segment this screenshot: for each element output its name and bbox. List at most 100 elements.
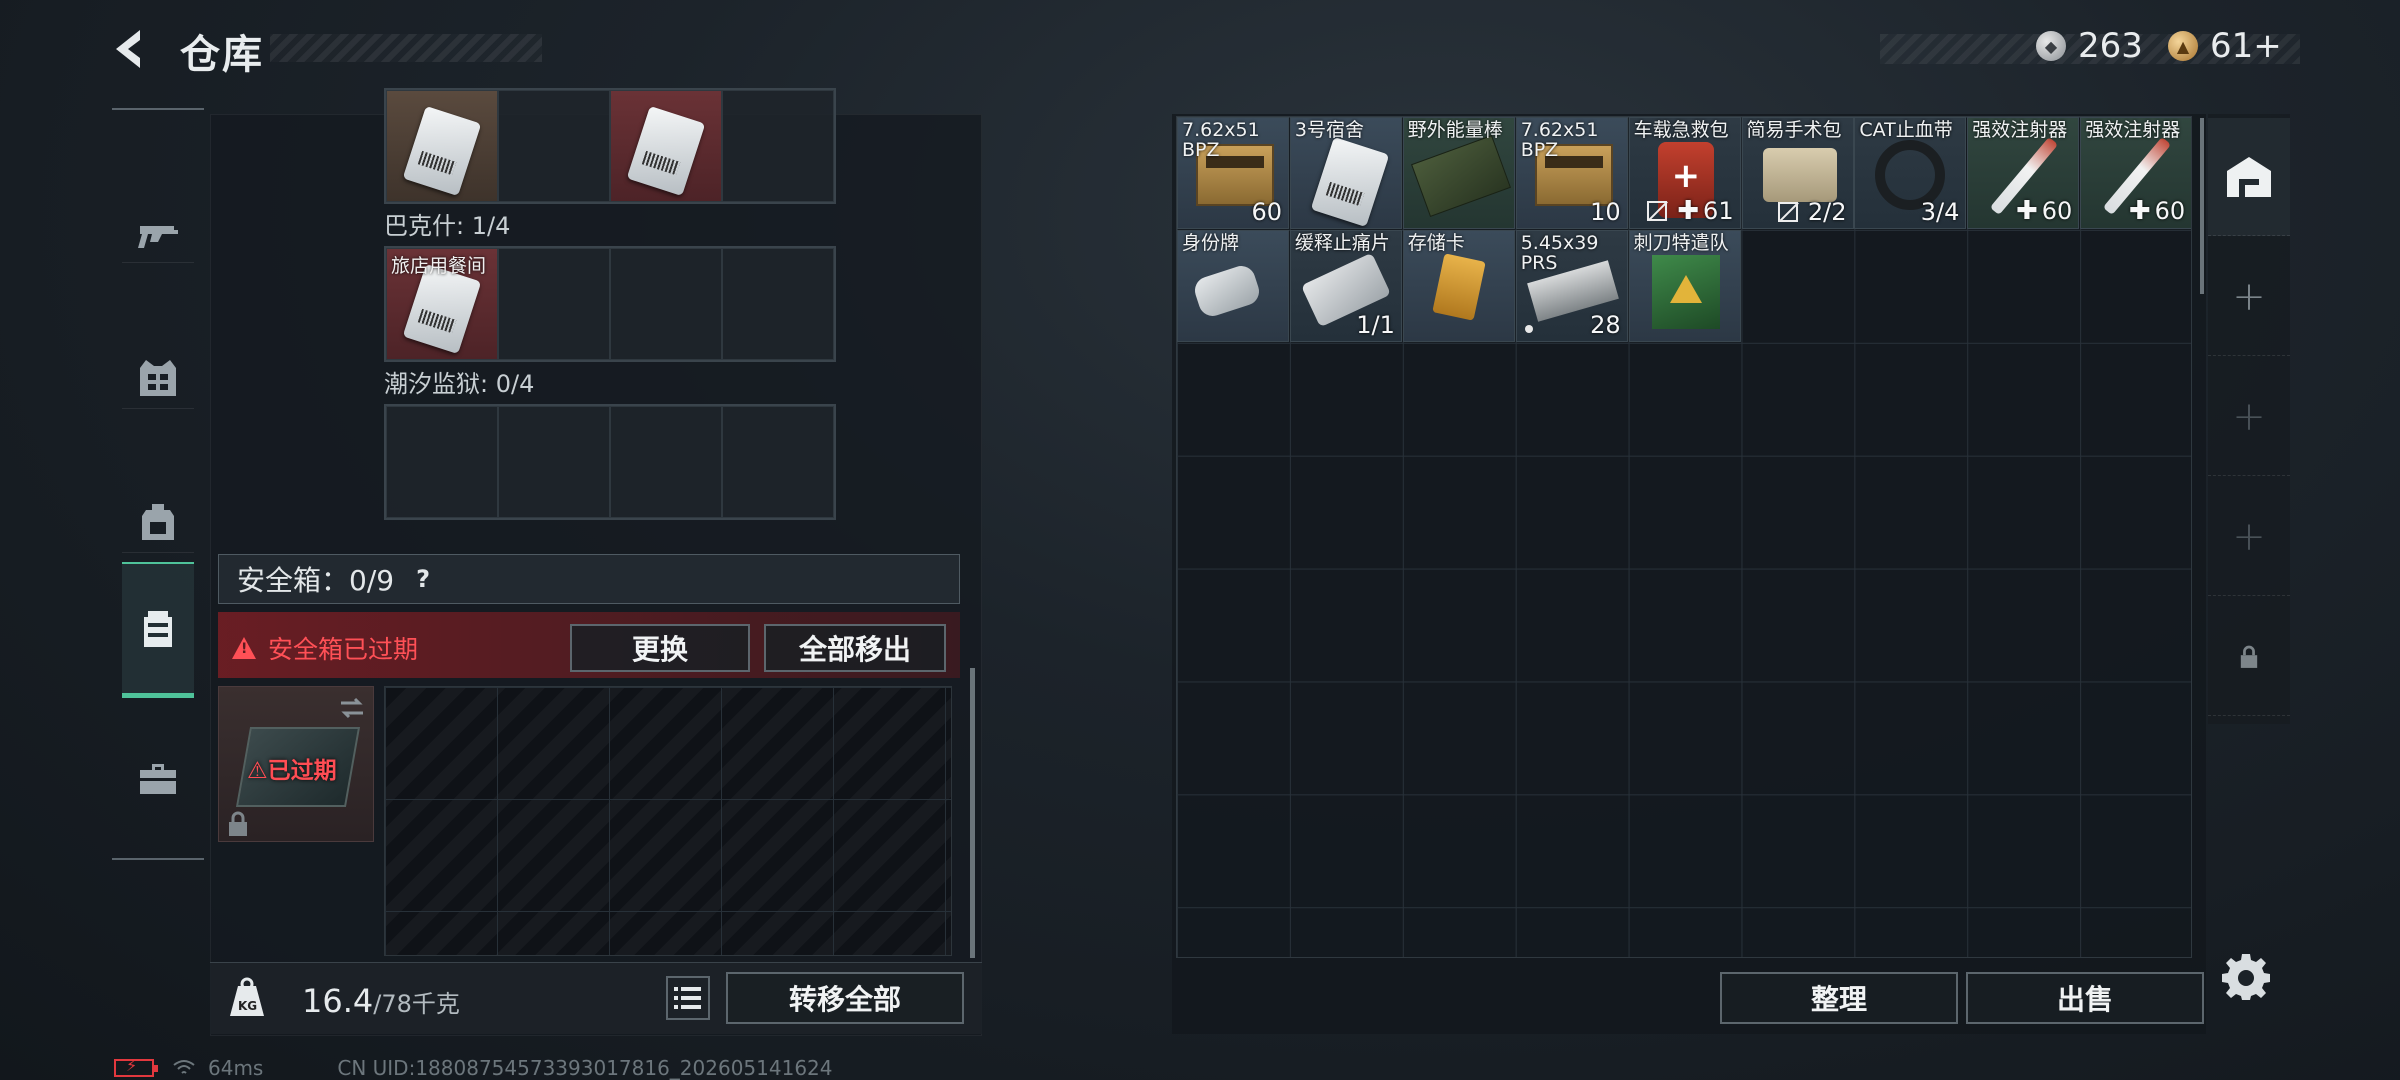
item-name: 7.62x51 BPZ [1182, 119, 1260, 161]
quantity-value: 60 [2041, 197, 2073, 225]
sort-button[interactable]: 整理 [1720, 972, 1958, 1024]
item-quantity: 2/2 [1777, 198, 1847, 226]
item-quantity: 60 [1251, 198, 1282, 226]
no-container-icon [1777, 202, 1798, 222]
stash-item[interactable]: 强效注射器 ✚ 60 [1967, 117, 2080, 229]
durability-plus-icon: ✚ [2128, 196, 2151, 226]
stash-tab-add-3[interactable]: + [2208, 478, 2290, 596]
quantity-value: 1/1 [1356, 310, 1395, 339]
backpack-icon [142, 504, 174, 540]
bar-pack-icon [1410, 134, 1511, 218]
sell-button[interactable]: 出售 [1966, 972, 2204, 1024]
item-name: 存储卡 [1407, 231, 1465, 254]
book-icon [1651, 254, 1720, 329]
silver-currency: ◆ 263 [2036, 26, 2143, 66]
slot[interactable] [722, 248, 834, 360]
stash-tab-add-1[interactable]: + [2208, 238, 2290, 356]
slot[interactable]: 旅店用餐间 [386, 248, 498, 360]
safe-box-item[interactable]: ⚠已过期 [218, 686, 374, 842]
group-label-bakesh: 巴克什: 1/4 [384, 212, 511, 240]
gold-coin-icon: ▲ [2168, 31, 2198, 61]
add-icon: + [2232, 393, 2266, 440]
slot[interactable] [498, 406, 610, 518]
keycard-icon [402, 105, 482, 197]
nav-toolbox[interactable] [122, 710, 194, 846]
settings-button[interactable] [2222, 952, 2270, 1000]
quantity-value: 61 [1703, 197, 1734, 225]
slot[interactable] [610, 406, 722, 518]
toolbox-icon [140, 764, 176, 794]
empty-slots [384, 404, 836, 520]
slot[interactable] [386, 406, 498, 518]
item-name: 3号宿舍 [1294, 119, 1364, 141]
stash-item[interactable]: 强效注射器 ✚ 60 [2080, 117, 2191, 229]
help-button[interactable]: ? [408, 564, 438, 594]
item-name: 简易手术包 [1746, 119, 1842, 141]
nav-armor[interactable] [122, 310, 194, 446]
gun-icon [138, 226, 178, 248]
battery-icon: ⚡ [114, 1056, 158, 1077]
quantity-value: 3/4 [1920, 198, 1960, 226]
stash-item[interactable]: 存储卡 [1402, 229, 1515, 342]
nav-container[interactable] [122, 562, 194, 698]
slot[interactable] [498, 90, 610, 202]
item-quantity: 3/4 [1921, 198, 1960, 226]
nav-weapons[interactable] [122, 166, 194, 302]
stash-scrollbar[interactable] [2200, 118, 2204, 294]
left-scrollbar[interactable] [970, 668, 975, 958]
stash-item[interactable]: 缓释止痛片 1/1 [1289, 229, 1402, 342]
slot[interactable] [386, 90, 498, 202]
stash-tab-main[interactable] [2208, 118, 2290, 236]
safe-box-status: ⚠已过期 [247, 758, 337, 784]
stash-grid: 7.62x51 BPZ 60 3号宿舍 野外能量棒7.62x51 BPZ10车载急救包… [1176, 116, 2192, 958]
gold-currency[interactable]: ▲ 61+ [2168, 26, 2282, 66]
expired-warning: ! 安全箱已过期 [232, 630, 418, 666]
lock-icon [2240, 645, 2258, 668]
quantity-value: 60 [1251, 198, 1282, 226]
slot[interactable] [722, 90, 834, 202]
remove-all-button[interactable]: 全部移出 [764, 624, 946, 672]
item-quantity: ✚ 60 [2016, 196, 2072, 226]
stash-item[interactable]: 简易手术包 2/2 [1741, 117, 1854, 229]
transfer-all-button[interactable]: 转移全部 [726, 972, 964, 1024]
item-quantity: ✚ 61 [1647, 196, 1734, 226]
quantity-value: 28 [1590, 310, 1621, 339]
item-name: 强效注射器 [1972, 119, 2068, 141]
stash-tab-add-2[interactable]: + [2208, 358, 2290, 476]
card-icon [1310, 136, 1390, 228]
quantity-value: 60 [2154, 197, 2186, 225]
expired-message: 安全箱已过期 [268, 635, 419, 664]
slot[interactable] [610, 248, 722, 360]
item-name: 5.45x39 PRS [1520, 231, 1599, 274]
list-icon [674, 987, 701, 1009]
sdcard-icon [1432, 253, 1486, 321]
weight-readout: 16.4/78千克 [302, 982, 460, 1020]
quantity-value: 10 [1590, 198, 1621, 226]
status-dot [1524, 324, 1533, 333]
weight-max: /78千克 [373, 990, 460, 1018]
list-view-button[interactable] [666, 976, 710, 1020]
back-arrow-icon [116, 30, 140, 68]
warehouse-icon [2227, 156, 2271, 197]
slot[interactable] [722, 406, 834, 518]
slot[interactable] [498, 248, 610, 360]
stash-item[interactable]: 野外能量棒 [1402, 117, 1515, 229]
stash-item[interactable]: 身份牌 [1177, 229, 1289, 342]
durability-plus-icon: ✚ [2015, 196, 2038, 226]
stash-item[interactable]: 7.62x51 BPZ 60 [1177, 117, 1289, 229]
group-label-tide-prison: 潮汐监狱: 0/4 [384, 370, 535, 398]
stash-item[interactable]: 刺刀特遣队 [1628, 229, 1741, 342]
replace-button[interactable]: 更换 [570, 624, 750, 672]
tide-prison-slots: 旅店用餐间 [384, 246, 836, 362]
stash-item[interactable]: CAT止血带 3/4 [1854, 117, 1967, 229]
stash-item[interactable]: 3号宿舍 [1289, 117, 1402, 229]
back-button[interactable] [108, 24, 158, 74]
slot[interactable] [610, 90, 722, 202]
stash-tab-locked[interactable] [2208, 598, 2290, 716]
safe-box-grid [384, 686, 952, 956]
wifi-icon [173, 1060, 195, 1074]
stash-item[interactable]: 7.62x51 BPZ 10 [1515, 117, 1628, 229]
stash-item[interactable]: 5.45x39 PRS 28 [1515, 229, 1628, 342]
add-icon: + [2232, 513, 2266, 560]
stash-item[interactable]: 车载急救包 ✚61 [1628, 117, 1741, 229]
